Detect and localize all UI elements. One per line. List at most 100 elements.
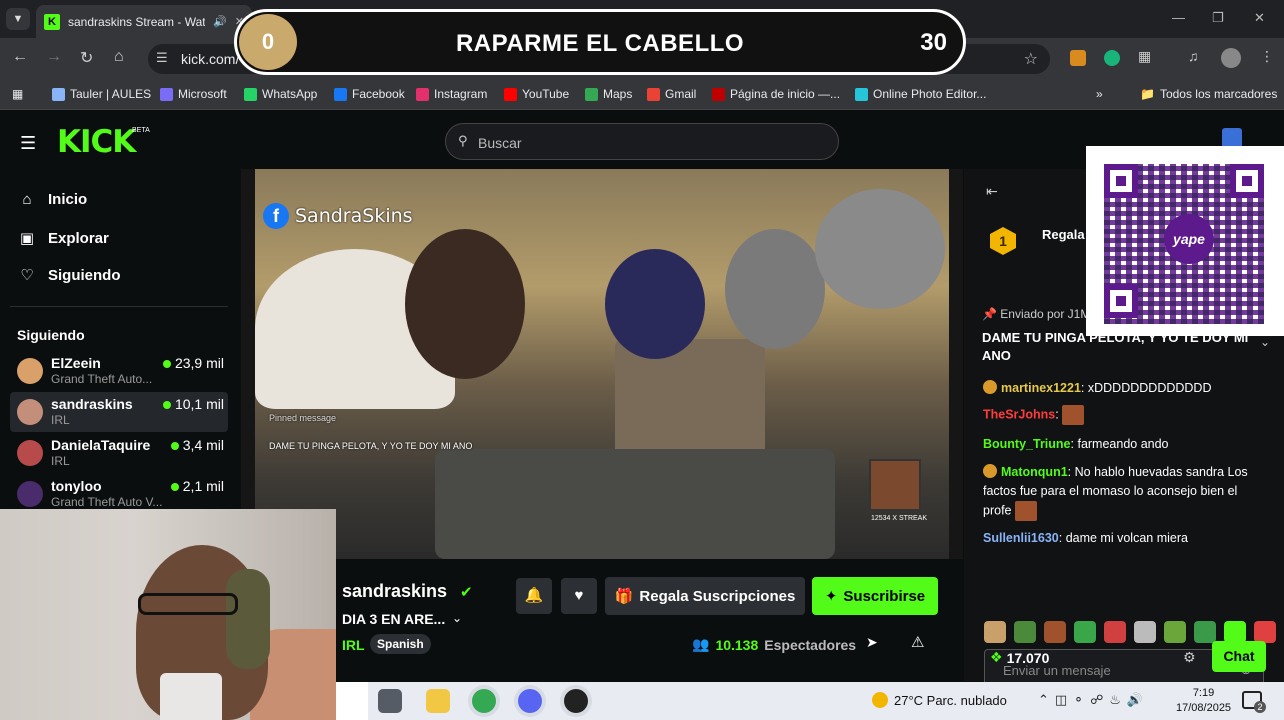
chat-username[interactable]: Bounty_Triune: [983, 437, 1071, 451]
category-link[interactable]: IRL: [342, 637, 365, 653]
clock[interactable]: 7:19 17/08/2025: [1176, 686, 1231, 716]
folder-icon: 📁: [1140, 87, 1155, 101]
facebook-handle: SandraSkins: [295, 205, 413, 227]
bookmark-item[interactable]: Microsoft: [160, 87, 227, 101]
nav-item-siguiendo[interactable]: ♡ Siguiendo: [18, 266, 120, 285]
bookmark-item[interactable]: Gmail: [647, 87, 696, 101]
bookmark-item[interactable]: Tauler | AULES: [52, 87, 151, 101]
channel-viewers: 2,1 mil: [170, 478, 224, 494]
chat-message[interactable]: Sullenlii1630: dame mi volcan miera: [983, 529, 1253, 548]
emote-icon[interactable]: [984, 621, 1006, 643]
emote-icon[interactable]: [1194, 621, 1216, 643]
following-channel[interactable]: tonyloo Grand Theft Auto V... 2,1 mil: [10, 474, 228, 514]
chevron-down-icon[interactable]: ⌄: [452, 611, 462, 625]
weather-widget[interactable]: 27°C Parc. nublado: [872, 692, 1007, 708]
forward-icon[interactable]: →: [46, 48, 62, 66]
report-warning-icon[interactable]: ⚠: [911, 633, 924, 651]
emote-icon[interactable]: [1164, 621, 1186, 643]
bookmark-item[interactable]: Online Photo Editor...: [855, 87, 986, 101]
extensions-puzzle-icon[interactable]: ▦: [1138, 48, 1151, 65]
more-menu-icon[interactable]: ⋮: [1260, 48, 1274, 65]
kick-logo[interactable]: KICK: [57, 124, 136, 160]
language-tag[interactable]: Spanish: [370, 634, 431, 654]
notifications-icon[interactable]: 2: [1242, 691, 1266, 713]
gift-subs-button[interactable]: 🎁 Regala Suscripciones: [605, 577, 805, 615]
chat-username[interactable]: Matonqun1: [1001, 465, 1068, 479]
bookmark-item[interactable]: Instagram: [416, 87, 487, 101]
channel-name: DanielaTaquire: [51, 437, 151, 453]
yape-qr-code: yape: [1086, 146, 1284, 336]
kicks-balance[interactable]: ❖ 17.070: [990, 649, 1049, 666]
file-explorer-app-icon[interactable]: [426, 689, 450, 713]
video-player[interactable]: f SandraSkins Pinned message DAME TU PIN…: [241, 169, 963, 559]
verified-icon: ✔: [460, 584, 473, 601]
more-bookmarks-icon[interactable]: »: [1096, 87, 1103, 101]
pin-icon: 📌: [982, 307, 997, 321]
media-control-icon[interactable]: ♫: [1188, 48, 1199, 64]
chrome-app-icon[interactable]: [472, 689, 496, 713]
emote-icon[interactable]: [1254, 621, 1276, 643]
notification-bell-button[interactable]: 🔔: [516, 578, 552, 614]
chat-message[interactable]: martinex1221: xDDDDDDDDDDDDD: [983, 379, 1253, 398]
bookmark-item[interactable]: Facebook: [334, 87, 405, 101]
start-area[interactable]: [336, 682, 368, 720]
bookmark-item[interactable]: Maps: [585, 87, 632, 101]
window-close-icon[interactable]: ✕: [1254, 10, 1265, 26]
chat-message[interactable]: TheSrJohns:: [983, 405, 1253, 425]
extension-icon[interactable]: [1104, 50, 1120, 66]
tab-search-button[interactable]: ▼: [6, 8, 30, 30]
emote-icon[interactable]: [1224, 621, 1246, 643]
emote-icon[interactable]: [1074, 621, 1096, 643]
collapse-chat-icon[interactable]: ⇤: [986, 183, 998, 200]
subscribe-button[interactable]: ✦ Suscribirse: [812, 577, 938, 615]
back-icon[interactable]: ←: [12, 48, 28, 66]
emote-icon[interactable]: [1044, 621, 1066, 643]
search-input[interactable]: ⚲ Buscar: [445, 123, 839, 160]
profile-avatar[interactable]: [1221, 48, 1241, 68]
bookmark-item[interactable]: Página de inicio —...: [712, 87, 840, 101]
channel-name[interactable]: sandraskins: [342, 581, 447, 602]
home-icon[interactable]: ⌂: [114, 48, 124, 66]
user-avatar[interactable]: [1222, 128, 1242, 148]
speaker-icon[interactable]: 🔊: [213, 15, 227, 28]
emote-icon[interactable]: [1014, 621, 1036, 643]
chat-username[interactable]: TheSrJohns: [983, 407, 1055, 421]
chat-settings-gear-icon[interactable]: ⚙: [1183, 649, 1196, 666]
all-bookmarks[interactable]: 📁 Todos los marcadores: [1140, 87, 1277, 101]
chat-username[interactable]: Sullenlii1630: [983, 531, 1059, 545]
share-icon[interactable]: ➤: [866, 634, 878, 651]
chat-message[interactable]: Matonqun1: No hablo huevadas sandra Los …: [983, 463, 1253, 521]
avatar: [17, 481, 43, 507]
bookmark-star-icon[interactable]: ☆: [1024, 49, 1038, 69]
chat-message[interactable]: Bounty_Triune: farmeando ando: [983, 435, 1253, 454]
restore-icon[interactable]: ❐: [1212, 10, 1224, 26]
emote-icon[interactable]: [1104, 621, 1126, 643]
site-info-icon[interactable]: ☰: [156, 50, 168, 66]
following-channel[interactable]: DanielaTaquire IRL 3,4 mil: [10, 433, 228, 473]
reload-icon[interactable]: ↻: [80, 48, 93, 68]
search-icon: ⚲: [458, 133, 468, 148]
qr-finder: [1230, 164, 1264, 198]
apps-grid-icon[interactable]: ▦: [12, 87, 23, 101]
bookmark-favicon-icon: [585, 87, 598, 101]
follow-heart-button[interactable]: ♥: [561, 578, 597, 614]
discord-app-icon[interactable]: [518, 689, 542, 713]
hamburger-menu-icon[interactable]: ☰: [20, 133, 36, 154]
browser-tab[interactable]: K sandraskins Stream - Watch 🔊 ✕: [36, 5, 252, 38]
obs-app-icon[interactable]: [564, 689, 588, 713]
system-tray-icons[interactable]: ⌃◫⚬☍♨🔊: [1038, 692, 1149, 708]
emote-icon[interactable]: [1134, 621, 1156, 643]
extension-icon[interactable]: [1070, 50, 1086, 66]
nav-item-inicio[interactable]: ⌂ Inicio: [18, 191, 87, 208]
nav-item-explorar[interactable]: ▣ Explorar: [18, 229, 109, 248]
send-chat-button[interactable]: Chat: [1212, 641, 1266, 672]
bookmark-item[interactable]: WhatsApp: [244, 87, 317, 101]
minimize-icon[interactable]: —: [1172, 10, 1185, 25]
task-view-app-icon[interactable]: [378, 689, 402, 713]
chat-username[interactable]: martinex1221: [1001, 381, 1081, 395]
chevron-down-icon[interactable]: ⌄: [1260, 335, 1270, 349]
following-channel[interactable]: sandraskins IRL 10,1 mil: [10, 392, 228, 432]
bookmark-item[interactable]: YouTube: [504, 87, 569, 101]
weather-icon: [872, 692, 888, 708]
following-channel[interactable]: ElZeein Grand Theft Auto... 23,9 mil: [10, 351, 228, 391]
